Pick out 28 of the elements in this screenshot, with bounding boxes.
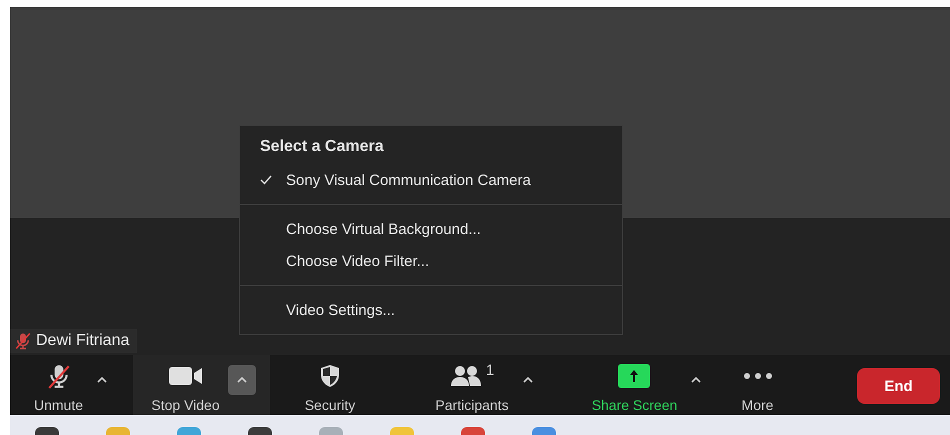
menu-item[interactable]: Choose Video Filter... [240,245,622,277]
toolbar-button[interactable]: Share Screen [588,355,682,415]
app-icon[interactable] [248,427,272,435]
caret-icon [236,377,247,383]
muted-mic-icon [46,363,72,389]
participant-name: Dewi Fitriana [36,332,130,350]
toolbar-button[interactable]: 1 Participants [431,355,513,415]
toolbar-button[interactable]: Unmute [30,355,88,415]
menu-title: Select a Camera [259,137,385,157]
toolbar-button[interactable]: Security [300,355,360,415]
caret-icon [691,377,702,383]
shield-icon [318,364,341,388]
menu-item[interactable]: Video Settings... [240,294,622,326]
toolbar-button[interactable]: More [738,355,778,415]
check-icon [260,175,272,185]
caret-button[interactable] [228,365,256,395]
toolbar-button[interactable]: Stop Video [147,355,224,415]
end-button[interactable]: End [857,368,940,404]
people-icon [450,365,482,387]
video-camera-icon [168,366,202,386]
share-screen-icon [618,364,650,388]
app-icon[interactable] [35,427,59,435]
participant-count: 1 [486,362,494,379]
menu-item[interactable]: Choose Virtual Background... [240,213,622,245]
more-icon [742,372,772,380]
menu-item[interactable]: Sony Visual Communication Camera [240,164,622,196]
caret-icon [97,377,108,383]
caret-icon [522,377,533,383]
